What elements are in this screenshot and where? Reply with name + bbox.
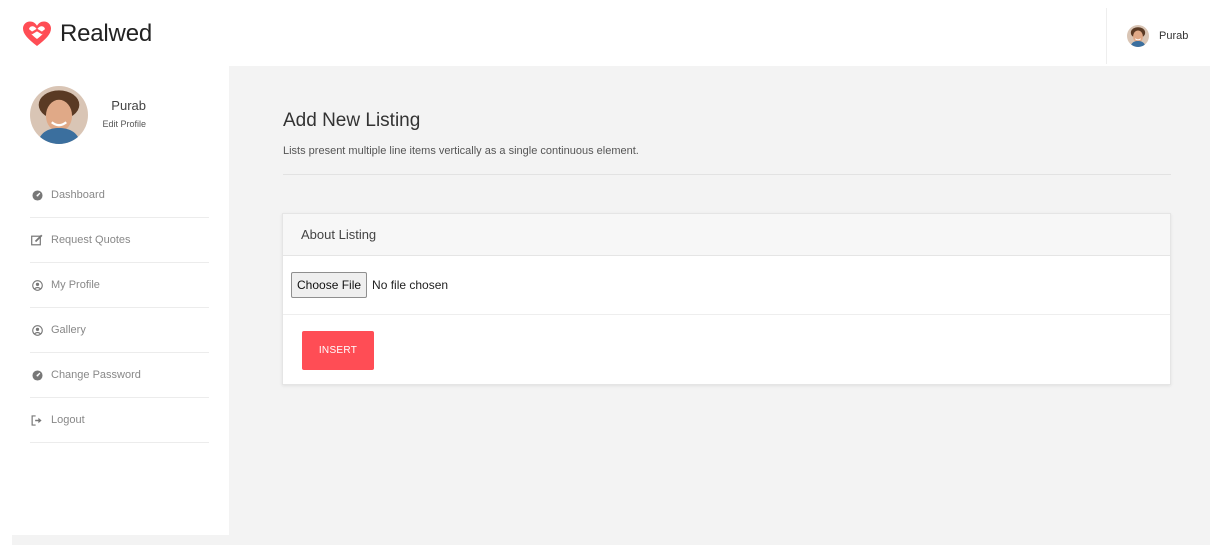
title-divider bbox=[283, 174, 1171, 175]
header-user-name: Purab bbox=[1159, 30, 1189, 42]
card-title: About Listing bbox=[301, 227, 377, 242]
brand-logo[interactable]: Realwed bbox=[22, 20, 152, 48]
sidebar-item-logout[interactable]: Logout bbox=[30, 398, 209, 443]
sidebar-item-gallery[interactable]: Gallery bbox=[30, 308, 209, 353]
sidebar-item-dashboard[interactable]: Dashboard bbox=[30, 173, 209, 218]
page-subtitle: Lists present multiple line items vertic… bbox=[283, 145, 639, 157]
user-circle-icon bbox=[30, 323, 44, 337]
sidebar-item-label: Request Quotes bbox=[51, 234, 131, 246]
heart-icon bbox=[23, 21, 51, 46]
brand-name: Realwed bbox=[60, 20, 152, 47]
profile-avatar bbox=[30, 86, 88, 144]
sidebar-nav: Dashboard Request Quotes My Profile Gall… bbox=[30, 173, 209, 443]
sidebar-item-request-quotes[interactable]: Request Quotes bbox=[30, 218, 209, 263]
file-status: No file chosen bbox=[372, 278, 449, 292]
sidebar-item-label: My Profile bbox=[51, 279, 100, 291]
edit-icon bbox=[30, 233, 44, 247]
about-listing-card: About Listing Choose File No file chosen… bbox=[282, 213, 1171, 385]
sidebar-item-label: Gallery bbox=[51, 324, 86, 336]
card-header: About Listing bbox=[283, 214, 1170, 256]
sidebar-item-label: Change Password bbox=[51, 369, 141, 381]
page-title: Add New Listing bbox=[283, 110, 421, 131]
top-header: Realwed Purab bbox=[0, 0, 1210, 66]
avatar bbox=[1127, 25, 1149, 47]
sidebar-item-label: Logout bbox=[51, 414, 85, 426]
card-footer: INSERT bbox=[283, 315, 1170, 385]
file-upload-row: Choose File No file chosen bbox=[283, 256, 1170, 315]
sign-out-icon bbox=[30, 413, 44, 427]
footer-strip bbox=[12, 535, 1210, 545]
sidebar-item-change-password[interactable]: Change Password bbox=[30, 353, 209, 398]
sidebar: Purab Edit Profile Dashboard Request Quo… bbox=[12, 66, 229, 535]
edit-profile-link[interactable]: Edit Profile bbox=[100, 119, 146, 129]
user-circle-icon bbox=[30, 278, 44, 292]
main-content: Add New Listing Lists present multiple l… bbox=[229, 66, 1210, 535]
choose-file-button[interactable]: Choose File bbox=[291, 272, 368, 298]
dashboard-icon bbox=[30, 188, 44, 202]
dashboard-icon bbox=[30, 368, 44, 382]
profile-info: Purab Edit Profile bbox=[100, 98, 146, 129]
sidebar-item-label: Dashboard bbox=[51, 189, 105, 201]
header-user-menu[interactable]: Purab bbox=[1106, 8, 1210, 64]
sidebar-item-my-profile[interactable]: My Profile bbox=[30, 263, 209, 308]
insert-button[interactable]: INSERT bbox=[302, 330, 374, 370]
profile-name: Purab bbox=[111, 97, 146, 113]
sidebar-profile: Purab Edit Profile bbox=[30, 86, 146, 144]
